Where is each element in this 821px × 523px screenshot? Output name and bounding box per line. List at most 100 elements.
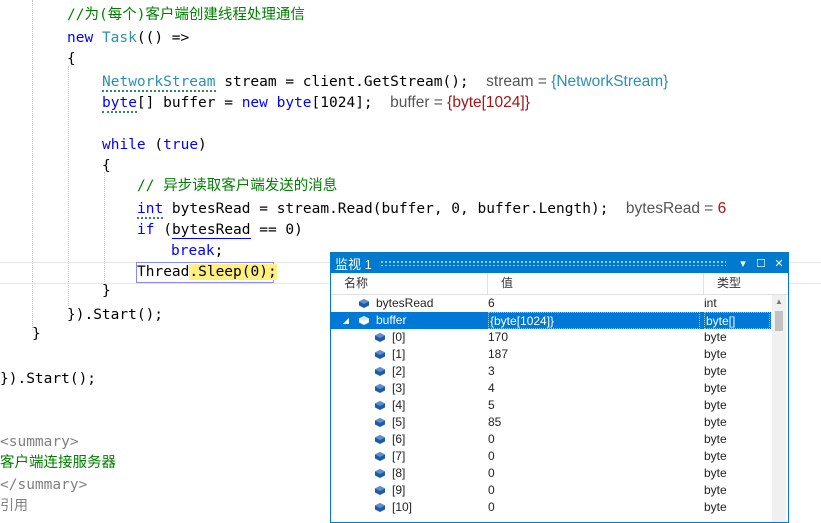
watch-row[interactable]: [8] 0 byte xyxy=(331,465,771,482)
watch-row[interactable]: [6] 0 byte xyxy=(331,431,771,448)
watch-row[interactable]: [10] 0 byte xyxy=(331,499,771,516)
code-text: ; xyxy=(214,243,224,259)
code-line: }).Start(); xyxy=(67,305,163,326)
watch-item-name: [3] xyxy=(392,381,406,395)
drag-grip[interactable] xyxy=(379,260,726,266)
close-icon[interactable]: ✕ xyxy=(770,257,788,270)
watch-cell-name[interactable]: [4] xyxy=(331,397,484,414)
watch-cell-type: byte xyxy=(704,415,727,429)
watch-cell-type: byte xyxy=(704,500,727,514)
watch-item-name: [6] xyxy=(392,432,406,446)
xml-doc-tag: </summary> xyxy=(0,477,88,493)
watch-item-name: [8] xyxy=(392,466,406,480)
watch-row[interactable]: [7] 0 byte xyxy=(331,448,771,465)
watch-cell-value[interactable]: 4 xyxy=(488,380,700,397)
watch-cell-value[interactable]: 0 xyxy=(488,482,700,499)
watch-cell-name[interactable]: bytesRead xyxy=(331,295,484,312)
keyword: while xyxy=(102,137,146,153)
watch-cell-name[interactable]: [7] xyxy=(331,448,484,465)
watch-row[interactable]: [1] 187 byte xyxy=(331,346,771,363)
watch-cell-type: byte xyxy=(704,449,727,463)
watch-row[interactable]: [2] 3 byte xyxy=(331,363,771,380)
watch-cell-name[interactable]: ◢ buffer xyxy=(331,312,484,329)
watch-cell-value[interactable]: 0 xyxy=(488,499,700,516)
inline-value-hint[interactable]: bytesRead = 6 xyxy=(626,200,726,217)
window-position-icon[interactable]: ▾ xyxy=(734,257,752,270)
watch-cell-value[interactable]: {byte[1024]} xyxy=(488,312,700,329)
field-icon xyxy=(375,333,385,342)
watch-row[interactable]: [5] 85 byte xyxy=(331,414,771,431)
watch-row[interactable]: [3] 4 byte xyxy=(331,380,771,397)
watch-window[interactable]: 监视 1 ▾ ☐ ✕ 名称 值 类型 bytesRead 6 int ◢ buffer {… xyxy=(330,252,789,523)
field-icon xyxy=(375,367,385,376)
watch-row[interactable]: ◢ buffer {byte[1024]} byte[] xyxy=(331,312,771,329)
watch-cell-type: byte xyxy=(704,364,727,378)
code-text: Thread xyxy=(137,264,190,280)
watch-row[interactable]: bytesRead 6 int xyxy=(331,295,771,312)
inline-value-hint[interactable]: stream = {NetworkStream} xyxy=(486,73,668,90)
column-header-value[interactable]: 值 xyxy=(488,273,704,294)
codelens-references[interactable]: 引用 xyxy=(0,497,28,513)
watch-cell-value[interactable]: 5 xyxy=(488,397,700,414)
watch-item-name: [0] xyxy=(392,330,406,344)
watch-cell-name[interactable]: [0] xyxy=(331,329,484,346)
watch-item-name: [10] xyxy=(392,500,413,514)
code-text: == 0) xyxy=(250,222,303,238)
code-line: //为(每个)客户端创建线程处理通信 xyxy=(67,5,305,26)
keyword: byte xyxy=(102,95,137,113)
vertical-scrollbar[interactable]: ▲ xyxy=(772,295,786,522)
column-header-type[interactable]: 类型 xyxy=(704,273,774,294)
maximize-icon[interactable]: ☐ xyxy=(752,257,770,270)
watch-cell-name[interactable]: [3] xyxy=(331,380,484,397)
watch-cell-type: byte xyxy=(704,483,727,497)
watch-cell-value[interactable]: 0 xyxy=(488,431,700,448)
keyword: break xyxy=(171,243,215,259)
code-line: int bytesRead = stream.Read(buffer, 0, b… xyxy=(137,198,726,219)
code-line: break; xyxy=(171,241,223,262)
watch-row[interactable]: [9] 0 byte xyxy=(331,482,771,499)
watch-item-name: bytesRead xyxy=(376,296,434,310)
code-line: </summary> xyxy=(0,475,87,496)
code-line: NetworkStream stream = client.GetStream(… xyxy=(102,71,668,92)
field-icon xyxy=(375,486,385,495)
watch-cell-name[interactable]: [9] xyxy=(331,482,484,499)
field-icon xyxy=(375,384,385,393)
watch-cell-name[interactable]: [8] xyxy=(331,465,484,482)
watch-cell-type: byte[] xyxy=(704,312,770,329)
keyword: int xyxy=(137,201,164,219)
code-line: 引用 xyxy=(0,495,28,516)
scroll-thumb[interactable] xyxy=(775,311,783,331)
comment: //为(每个)客户端创建线程处理通信 xyxy=(67,7,305,23)
watch-cell-value[interactable]: 3 xyxy=(488,363,700,380)
watch-item-name: buffer xyxy=(376,313,407,327)
watch-title-bar[interactable]: 监视 1 ▾ ☐ ✕ xyxy=(331,253,788,273)
field-icon xyxy=(375,435,385,444)
watch-cell-value[interactable]: 85 xyxy=(488,414,700,431)
field-icon xyxy=(375,469,385,478)
code-line: if (bytesRead == 0) xyxy=(137,220,303,241)
code-text: (() => xyxy=(136,30,190,46)
field-icon xyxy=(359,316,369,325)
field-icon xyxy=(375,452,385,461)
code-line: new Task(() => xyxy=(67,28,189,49)
code-text: ( xyxy=(145,137,164,153)
watch-cell-name[interactable]: [5] xyxy=(331,414,484,431)
watch-cell-name[interactable]: [2] xyxy=(331,363,484,380)
scroll-up-icon[interactable]: ▲ xyxy=(772,295,786,309)
expand-collapse-icon[interactable]: ◢ xyxy=(341,312,351,329)
field-icon xyxy=(359,299,369,308)
watch-cell-value[interactable]: 0 xyxy=(488,465,700,482)
inline-value-hint[interactable]: buffer = {byte[1024]} xyxy=(390,94,530,111)
watch-cell-value[interactable]: 170 xyxy=(488,329,700,346)
watch-cell-name[interactable]: [10] xyxy=(331,499,484,516)
column-header-name[interactable]: 名称 xyxy=(331,273,488,294)
watch-cell-value[interactable]: 6 xyxy=(488,295,700,312)
watch-row[interactable]: [4] 5 byte xyxy=(331,397,771,414)
watch-cell-value[interactable]: 0 xyxy=(488,448,700,465)
watch-cell-value[interactable]: 187 xyxy=(488,346,700,363)
watch-cell-name[interactable]: [6] xyxy=(331,431,484,448)
watch-cell-type: byte xyxy=(704,330,727,344)
watch-row[interactable]: [0] 170 byte xyxy=(331,329,771,346)
watch-cell-name[interactable]: [1] xyxy=(331,346,484,363)
xml-doc-text: 客户端连接服务器 xyxy=(0,455,116,471)
